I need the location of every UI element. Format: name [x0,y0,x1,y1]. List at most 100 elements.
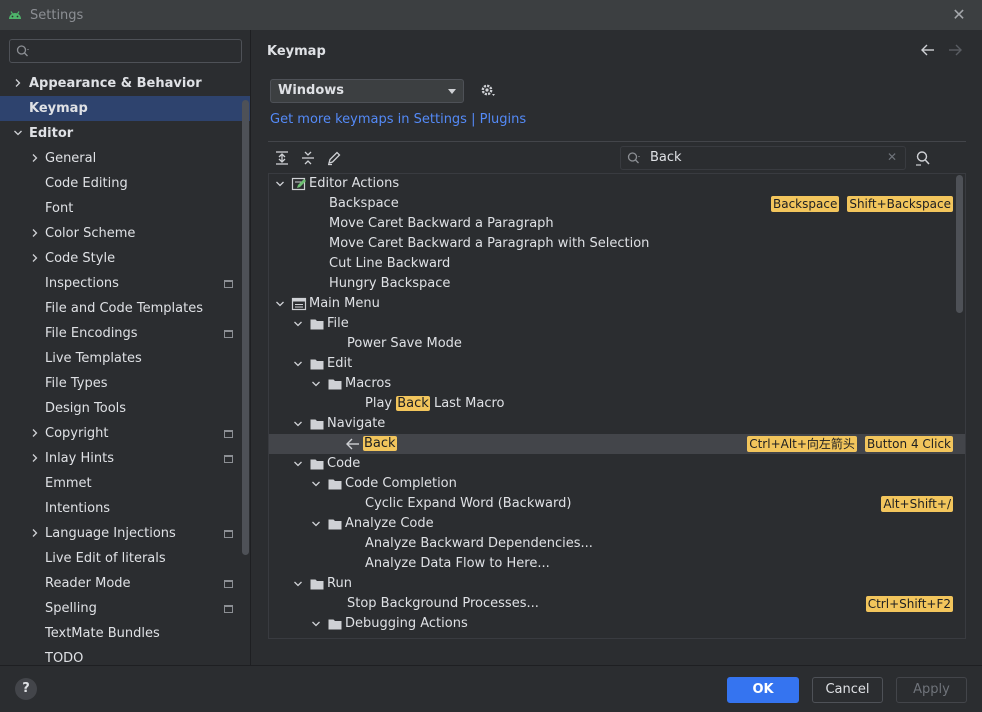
tree-action-row[interactable]: Back Ctrl+Alt+向左箭头 Button 4 Click [269,434,965,454]
expand-all-icon[interactable] [274,150,290,166]
plugins-link[interactable]: Plugins [480,112,527,127]
keymap-scheme-select[interactable]: Windows [270,79,464,103]
sidebar-item-general[interactable]: General [0,146,250,171]
search-icon [627,152,640,164]
sidebar-item-inspections[interactable]: Inspections [0,271,250,296]
sidebar-item-keymap[interactable]: Keymap [0,96,250,121]
tree-group-row[interactable]: Debugging Actions [269,614,965,634]
sidebar-item-color-scheme[interactable]: Color Scheme [0,221,250,246]
chevron-down-icon[interactable] [293,579,303,589]
edit-pencil-icon[interactable] [326,150,342,166]
tree-action-row[interactable]: Cut Line Backward [269,254,965,274]
chevron-right-icon[interactable] [30,428,40,438]
sidebar-item-code-editing[interactable]: Code Editing [0,171,250,196]
chevron-down-icon[interactable] [293,319,303,329]
search-match-highlight: Back [396,396,430,411]
clear-search-icon[interactable]: ✕ [887,150,897,164]
sidebar-scrollbar[interactable] [242,100,249,555]
chevron-down-icon[interactable] [293,419,303,429]
chevron-right-icon[interactable] [30,453,40,463]
android-logo-icon [9,11,21,19]
collapse-all-icon[interactable] [300,150,316,166]
sidebar-item-design-tools[interactable]: Design Tools [0,396,250,421]
chevron-right-icon[interactable] [13,78,23,88]
cancel-button[interactable]: Cancel [812,677,883,703]
sidebar-item-textmate-bundles[interactable]: TextMate Bundles [0,621,250,646]
tree-group-row[interactable]: Edit [269,354,965,374]
chevron-right-icon[interactable] [30,253,40,263]
gear-icon[interactable] [479,82,497,100]
sidebar-item-todo[interactable]: TODO [0,646,250,665]
sidebar-item-file-encodings[interactable]: File Encodings [0,321,250,346]
forward-arrow-icon[interactable] [947,42,963,58]
sidebar-item-label: Spelling [45,601,97,616]
tree-action-row[interactable]: Backspace Backspace Shift+Backspace [269,194,965,214]
back-arrow-icon[interactable] [920,42,936,58]
ok-button[interactable]: OK [727,677,799,703]
settings-tree: Appearance & Behavior Keymap Editor General… [0,71,250,665]
tree-group-row[interactable]: Code Completion [269,474,965,494]
chevron-down-icon[interactable] [311,519,321,529]
sidebar-item-live-templates[interactable]: Live Templates [0,346,250,371]
tree-row-label: Back [363,434,397,454]
sidebar-item-font[interactable]: Font [0,196,250,221]
tree-action-row[interactable]: Analyze Backward Dependencies... [269,534,965,554]
sidebar-item-label: Editor [29,126,74,141]
sidebar-item-language-injections[interactable]: Language Injections [0,521,250,546]
get-more-keymaps-text[interactable]: Get more keymaps in Settings | [270,112,480,127]
tree-action-row[interactable]: Move Caret Backward a Paragraph [269,214,965,234]
chevron-right-icon[interactable] [30,153,40,163]
tree-row-label: Analyze Code [345,516,434,531]
close-icon[interactable]: ✕ [950,6,968,24]
tree-group-row[interactable]: Main Menu [269,294,965,314]
sidebar-item-editor[interactable]: Editor [0,121,250,146]
chevron-right-icon[interactable] [30,528,40,538]
tree-group-row[interactable]: Analyze Code [269,514,965,534]
settings-search-input[interactable] [9,39,242,63]
sidebar-item-label: Emmet [45,476,92,491]
sidebar-item-reader-mode[interactable]: Reader Mode [0,571,250,596]
sidebar-item-label: File Encodings [45,326,138,341]
chevron-down-icon[interactable] [293,359,303,369]
sidebar-item-label: Design Tools [45,401,127,416]
sidebar-item-copyright[interactable]: Copyright [0,421,250,446]
sidebar-item-spelling[interactable]: Spelling [0,596,250,621]
tree-action-row[interactable]: Cyclic Expand Word (Backward) Alt+Shift+/ [269,494,965,514]
sidebar-item-live-edit-of-literals[interactable]: Live Edit of literals [0,546,250,571]
tree-action-row[interactable]: Play Back Last Macro [269,394,965,414]
shortcut-badge: Ctrl+Shift+F2 [865,596,953,612]
tree-group-row[interactable]: Run [269,574,965,594]
tree-action-row[interactable]: Hungry Backspace [269,274,965,294]
tree-action-row[interactable]: Analyze Data Flow to Here... [269,554,965,574]
sidebar-item-file-types[interactable]: File Types [0,371,250,396]
tree-action-row[interactable]: Stop Background Processes... Ctrl+Shift+F… [269,594,965,614]
tree-group-row[interactable]: Code [269,454,965,474]
chevron-down-icon[interactable] [275,179,285,189]
action-search-input[interactable]: Back ✕ [620,146,906,170]
chevron-down-icon[interactable] [275,299,285,309]
sidebar-item-inlay-hints[interactable]: Inlay Hints [0,446,250,471]
sidebar-item-intentions[interactable]: Intentions [0,496,250,521]
sidebar-item-label: Appearance & Behavior [29,76,202,91]
chevron-down-icon[interactable] [311,619,321,629]
apply-button[interactable]: Apply [896,677,967,703]
chevron-down-icon[interactable] [311,379,321,389]
chevron-down-icon[interactable] [311,479,321,489]
chevron-down-icon[interactable] [13,128,23,138]
tree-action-row[interactable]: Move Caret Backward a Paragraph with Sel… [269,234,965,254]
tree-group-row[interactable]: Navigate [269,414,965,434]
sidebar-item-file-and-code-templates[interactable]: File and Code Templates [0,296,250,321]
tree-action-row[interactable]: Power Save Mode [269,334,965,354]
tree-group-row[interactable]: Macros [269,374,965,394]
tree-group-row[interactable]: File [269,314,965,334]
sidebar-item-appearance-behavior[interactable]: Appearance & Behavior [0,71,250,96]
tree-group-row[interactable]: Editor Actions [269,174,965,194]
sidebar-item-emmet[interactable]: Emmet [0,471,250,496]
project-level-icon [224,430,233,438]
sidebar-item-code-style[interactable]: Code Style [0,246,250,271]
chevron-down-icon[interactable] [293,459,303,469]
help-button[interactable]: ? [15,678,37,700]
find-by-shortcut-icon[interactable] [914,149,932,167]
tree-row-label: Stop Background Processes... [347,596,539,611]
chevron-right-icon[interactable] [30,228,40,238]
